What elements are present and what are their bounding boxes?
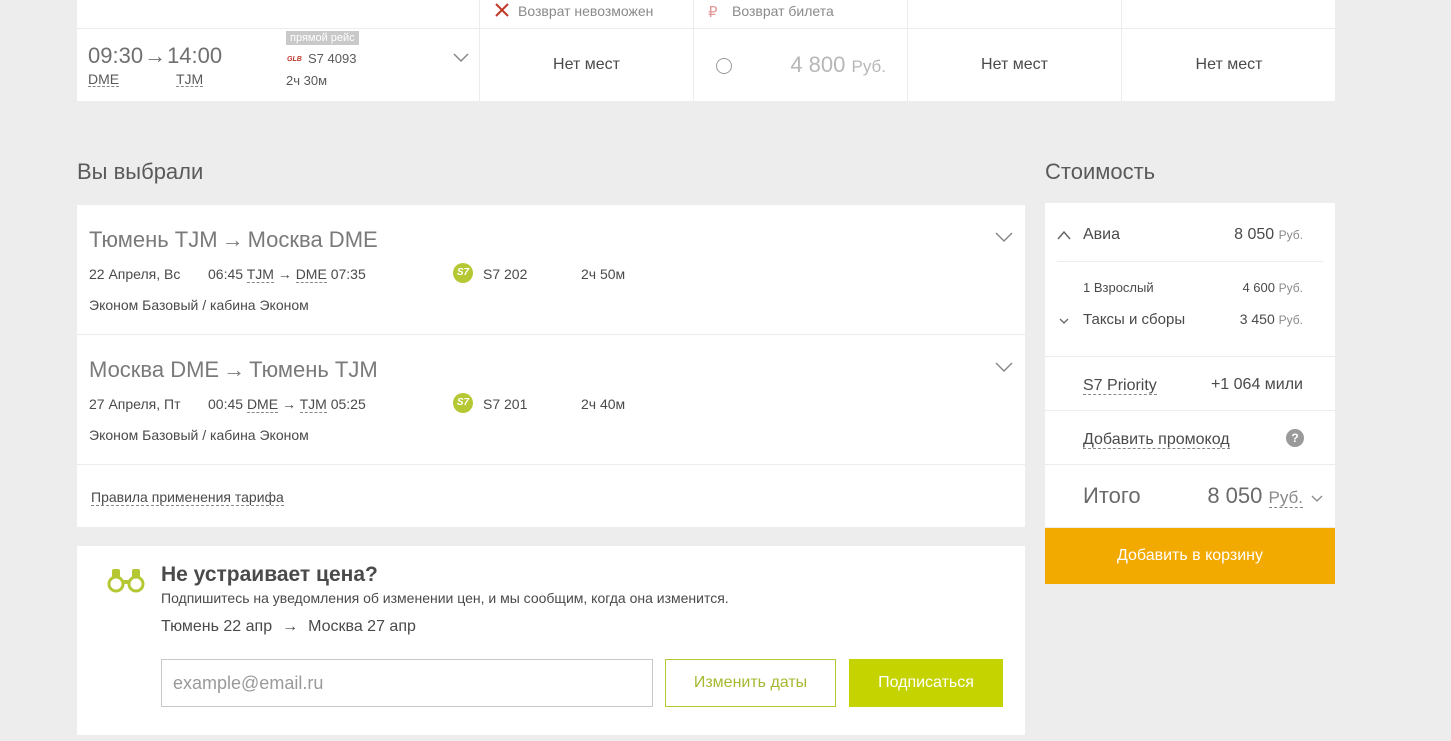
fare-cell-refundable[interactable]: ₽ Возврат билета 4 800 Руб. [694, 0, 908, 101]
close-icon [495, 3, 509, 17]
segment-date: 27 Апреля, Пт [89, 396, 181, 412]
add-promocode-link[interactable]: Добавить промокод [1083, 431, 1230, 449]
direct-flight-badge: прямой рейс [286, 31, 359, 45]
arrow-right-icon: → [144, 43, 167, 68]
segment-class: Эконом Базовый / кабина Эконом [89, 297, 309, 313]
subscribe-route: Тюмень 22 апр → Москва 27 апр [161, 618, 416, 635]
segment-route: Тюмень TJM → Москва DME [89, 227, 378, 252]
total-value: 8 050 Руб. [1207, 483, 1303, 508]
subscribe-button[interactable]: Подписаться [849, 659, 1003, 707]
price-subscribe-card: Не устраивает цена? Подпишитесь на уведо… [77, 546, 1025, 735]
fare-cell-3: Нет мест [908, 0, 1122, 101]
s7-priority-row: S7 Priority +1 064 мили [1045, 357, 1335, 411]
adult-value: 4 600 Руб. [1242, 280, 1303, 295]
add-to-cart-button[interactable]: Добавить в корзину [1045, 528, 1335, 584]
subscribe-description: Подпишитесь на уведомления об изменении … [161, 590, 729, 606]
s7-logo-icon: S7 [453, 263, 473, 283]
fare-status: Нет мест [1195, 56, 1263, 73]
arrow-right-icon: → [277, 266, 292, 282]
avia-value: 8 050 Руб. [1234, 226, 1303, 243]
fare-price-cell[interactable]: 4 800 Руб. [694, 29, 907, 101]
s7-logo-icon: S7 [453, 393, 473, 413]
ruble-icon: ₽ [708, 4, 718, 21]
taxes-label[interactable]: Таксы и сборы [1083, 311, 1185, 328]
dep-time: 09:30 [88, 43, 144, 68]
email-input[interactable] [161, 659, 653, 707]
chevron-down-icon[interactable] [995, 230, 1013, 244]
arrow-right-icon: → [281, 396, 296, 412]
currency-toggle[interactable]: Руб. [1268, 488, 1303, 508]
arr-airport-code[interactable]: TJM [176, 72, 204, 87]
chevron-up-icon[interactable] [1057, 230, 1071, 240]
fare-cell-nonrefundable: Возврат невозможен Нет мест [480, 0, 694, 101]
fare-cell-4: Нет мест [1122, 0, 1336, 101]
total-label: Итого [1083, 483, 1141, 508]
fare-status: Нет мест [553, 56, 620, 73]
segment-flight-number: S7 202 [483, 266, 528, 282]
arrow-right-icon: → [221, 227, 244, 252]
taxes-value: 3 450 Руб. [1239, 311, 1303, 327]
change-dates-button[interactable]: Изменить даты [665, 659, 836, 707]
divider [1057, 261, 1323, 262]
binoculars-icon [107, 569, 145, 593]
segment-times: 00:45 DME → TJM 05:25 [208, 396, 366, 413]
s7-priority-link[interactable]: S7 Priority [1083, 377, 1157, 395]
chevron-down-icon[interactable] [453, 50, 469, 66]
chevron-down-icon[interactable] [1311, 494, 1323, 502]
airline-logo-icon: GLB [287, 55, 305, 62]
segment-times: 06:45 TJM → DME 07:35 [208, 266, 366, 283]
flight-times: 09:30→14:00 [88, 43, 222, 69]
price-title: Стоимость [1045, 159, 1156, 184]
priority-miles: +1 064 мили [1210, 376, 1303, 393]
fare-price: 4 800 Руб. [790, 52, 886, 77]
chosen-title: Вы выбрали [77, 159, 204, 184]
fare-header [908, 0, 1121, 29]
total-row: Итого 8 050 Руб. [1045, 465, 1335, 527]
adult-label: 1 Взрослый [1083, 280, 1154, 295]
avia-label[interactable]: Авиа [1083, 226, 1120, 244]
arrow-right-icon: → [282, 618, 299, 635]
segment-flight-number: S7 201 [483, 396, 528, 412]
fare-radio[interactable] [716, 58, 732, 74]
flight-duration: 2ч 30м [286, 73, 328, 88]
segment-return[interactable]: Москва DME → Тюмень TJM 27 Апреля, Пт 00:4… [77, 335, 1025, 465]
help-icon[interactable]: ? [1286, 429, 1304, 447]
chosen-flights-card: Тюмень TJM → Москва DME 22 Апреля, Вс 06:4… [77, 205, 1025, 527]
flight-number: S7 4093 [308, 51, 357, 66]
segment-route: Москва DME → Тюмень TJM [89, 357, 378, 382]
promo-row: Добавить промокод ? [1045, 411, 1335, 465]
chevron-down-icon[interactable] [995, 360, 1013, 374]
flight-info[interactable]: 09:30→14:00 DME TJM прямой рейс GLB S7 4… [77, 0, 480, 101]
chevron-down-icon[interactable] [1059, 317, 1069, 325]
fare-header: Возврат невозможен [480, 0, 693, 29]
segment-outbound[interactable]: Тюмень TJM → Москва DME 22 Апреля, Вс 06:4… [77, 205, 1025, 335]
avia-section: Авиа 8 050 Руб. 1 Взрослый 4 600 Руб. Та… [1045, 203, 1335, 357]
arrow-right-icon: → [223, 357, 246, 382]
segment-date: 22 Апреля, Вс [89, 266, 181, 282]
dep-airport-code[interactable]: DME [88, 72, 120, 87]
svg-text:GLB: GLB [287, 56, 302, 62]
arr-time: 14:00 [167, 43, 223, 68]
segment-duration: 2ч 40м [581, 396, 626, 412]
segment-duration: 2ч 50м [581, 266, 626, 282]
fare-header: ₽ Возврат билета [694, 0, 907, 29]
price-panel: Авиа 8 050 Руб. 1 Взрослый 4 600 Руб. Та… [1045, 203, 1335, 527]
fare-status: Нет мест [981, 56, 1048, 73]
segment-class: Эконом Базовый / кабина Эконом [89, 427, 309, 443]
fare-header [1122, 0, 1336, 29]
subscribe-title: Не устраивает цена? [161, 563, 378, 586]
fare-rules-link[interactable]: Правила применения тарифа [91, 490, 284, 506]
flight-option-row[interactable]: 09:30→14:00 DME TJM прямой рейс GLB S7 4… [77, 0, 1335, 101]
